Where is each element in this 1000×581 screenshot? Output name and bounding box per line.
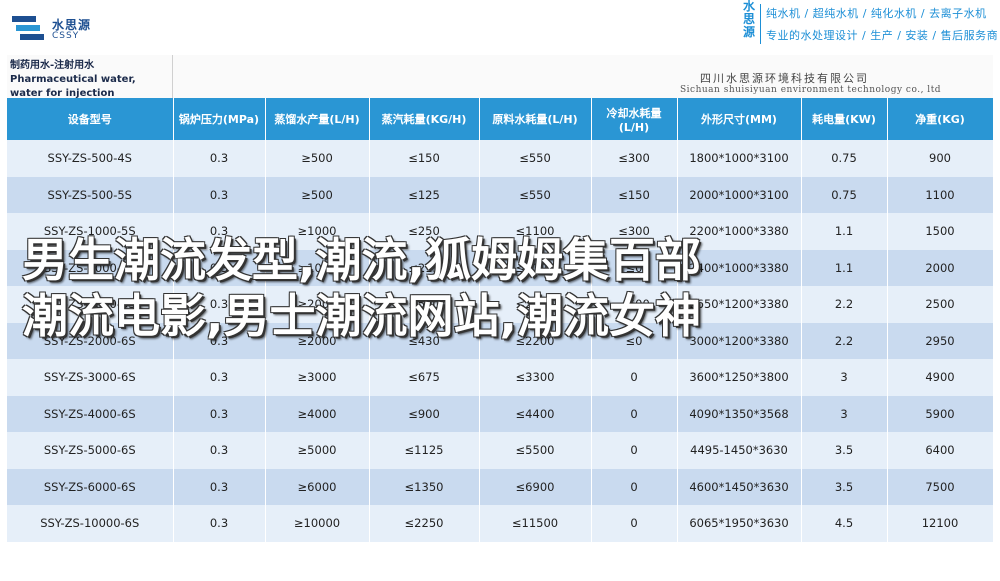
- table-cell: ≥4000: [265, 395, 370, 432]
- table-cell: SSY-ZS-6000-6S: [7, 468, 174, 505]
- table-cell: 1100: [887, 176, 994, 213]
- table-cell: 4495-1450*3630: [677, 432, 802, 469]
- overlay-line-2: 潮流电影,男士潮流网站,潮流女神: [22, 289, 701, 343]
- table-cell: 4900: [887, 359, 994, 396]
- table-row: SSY-ZS-4000-6S 0.3 ≥4000 ≤900 ≤4400 0 4090*135…: [7, 395, 994, 432]
- table-row: SSY-ZS-6000-6S 0.3 ≥6000 ≤1350 ≤6900 0 4600*14…: [7, 468, 994, 505]
- table-cell: ≤150: [369, 140, 480, 177]
- table-cell: 1800*1000*3100: [677, 140, 802, 177]
- company-logo[interactable]: 水思源 CSSY: [12, 14, 102, 46]
- brand-services-line: 专业的水处理设计 / 生产 / 安装 / 售后服务商: [766, 29, 999, 42]
- table-cell: ≤550: [479, 176, 592, 213]
- table-cell: 2000*1000*3100: [677, 176, 802, 213]
- water-logo-icon: [12, 16, 44, 40]
- table-cell: 3: [801, 359, 888, 396]
- table-cell: 900: [887, 140, 994, 177]
- table-cell: 6065*1950*3630: [677, 505, 802, 542]
- table-cell: 4.5: [801, 505, 888, 542]
- table-cell: ≤1350: [369, 468, 480, 505]
- table-cell: 0.3: [173, 468, 266, 505]
- table-cell: 3600*1250*3800: [677, 359, 802, 396]
- table-cell: 3: [801, 395, 888, 432]
- overlay-line-1: 男生潮流发型,潮流,狐姆姆集百部: [22, 233, 701, 287]
- table-cell: ≤900: [369, 395, 480, 432]
- table-cell: 3.5: [801, 468, 888, 505]
- column-header: 蒸馏水产量(L/H): [265, 98, 370, 140]
- table-cell: ≤4400: [479, 395, 592, 432]
- table-cell: 12100: [887, 505, 994, 542]
- table-cell: ≤125: [369, 176, 480, 213]
- table-cell: ≥3000: [265, 359, 370, 396]
- column-header: 锅炉压力(MPa): [173, 98, 266, 140]
- table-cell: 3.5: [801, 432, 888, 469]
- table-cell: SSY-ZS-500-5S: [7, 176, 174, 213]
- table-cell: ≤11500: [479, 505, 592, 542]
- table-cell: ≥6000: [265, 468, 370, 505]
- table-cell: ≤550: [479, 140, 592, 177]
- overlay-headline: 男生潮流发型,潮流,狐姆姆集百部 潮流电影,男士潮流网站,潮流女神: [22, 232, 982, 344]
- table-cell: SSY-ZS-10000-6S: [7, 505, 174, 542]
- table-cell: 4090*1350*3568: [677, 395, 802, 432]
- column-header: 冷却水耗量(L/H): [591, 98, 678, 140]
- table-cell: SSY-ZS-5000-6S: [7, 432, 174, 469]
- top-bar: 水思源 CSSY 水思源 纯水机 / 超纯水机 / 纯化水机 / 去离子水机 专…: [0, 0, 1000, 52]
- table-cell: ≥500: [265, 140, 370, 177]
- logo-name-en: CSSY: [52, 31, 80, 41]
- table-cell: 0: [591, 505, 678, 542]
- table-cell: 6400: [887, 432, 994, 469]
- table-cell: ≥500: [265, 176, 370, 213]
- table-header-row: 设备型号 锅炉压力(MPa) 蒸馏水产量(L/H) 蒸汽耗量(KG/H) 原料水…: [7, 98, 994, 140]
- column-header: 蒸汽耗量(KG/H): [369, 98, 480, 140]
- table-cell: 4600*1450*3630: [677, 468, 802, 505]
- table-row: SSY-ZS-10000-6S 0.3 ≥10000 ≤2250 ≤11500 0 6065…: [7, 505, 994, 542]
- table-row: SSY-ZS-500-4S 0.3 ≥500 ≤150 ≤550 ≤300 1800*100…: [7, 140, 994, 177]
- table-row: SSY-ZS-5000-6S 0.3 ≥5000 ≤1125 ≤5500 0 4495-14…: [7, 432, 994, 469]
- table-cell: ≤3300: [479, 359, 592, 396]
- table-cell: 0: [591, 359, 678, 396]
- table-cell: ≤150: [591, 176, 678, 213]
- table-cell: ≥10000: [265, 505, 370, 542]
- table-cell: ≥5000: [265, 432, 370, 469]
- brand-vertical-text: 水思源: [742, 0, 755, 39]
- column-header: 外形尺寸(MM): [677, 98, 802, 140]
- header-divider: [172, 55, 173, 98]
- sheet-title: 制药用水-注射用水 Pharmaceutical water, water fo…: [10, 60, 136, 99]
- table-cell: ≤1125: [369, 432, 480, 469]
- table-cell: 0.75: [801, 140, 888, 177]
- table-cell: 0.3: [173, 395, 266, 432]
- table-cell: 0.3: [173, 140, 266, 177]
- table-cell: 0.3: [173, 359, 266, 396]
- table-cell: ≤2250: [369, 505, 480, 542]
- column-header: 耗电量(KW): [801, 98, 888, 140]
- column-header: 净重(KG): [887, 98, 994, 140]
- column-header: 设备型号: [7, 98, 174, 140]
- table-cell: 0: [591, 395, 678, 432]
- table-cell: 0: [591, 432, 678, 469]
- company-name-cn: 四川水思源环境科技有限公司: [700, 72, 869, 85]
- table-cell: 5900: [887, 395, 994, 432]
- table-cell: ≤300: [591, 140, 678, 177]
- table-cell: 0.75: [801, 176, 888, 213]
- brand-divider: [760, 4, 761, 44]
- table-row: SSY-ZS-500-5S 0.3 ≥500 ≤125 ≤550 ≤150 2000*100…: [7, 176, 994, 213]
- table-cell: 0.3: [173, 505, 266, 542]
- table-cell: ≤675: [369, 359, 480, 396]
- table-cell: 7500: [887, 468, 994, 505]
- table-cell: SSY-ZS-500-4S: [7, 140, 174, 177]
- table-cell: 0.3: [173, 432, 266, 469]
- table-row: SSY-ZS-3000-6S 0.3 ≥3000 ≤675 ≤3300 0 3600*125…: [7, 359, 994, 396]
- column-header: 原料水耗量(L/H): [479, 98, 592, 140]
- table-cell: SSY-ZS-4000-6S: [7, 395, 174, 432]
- company-name-en: Sichuan shuisiyuan environment technolog…: [680, 85, 942, 95]
- table-cell: 0: [591, 468, 678, 505]
- table-cell: 0.3: [173, 176, 266, 213]
- table-cell: ≤6900: [479, 468, 592, 505]
- table-cell: ≤5500: [479, 432, 592, 469]
- brand-products-line: 纯水机 / 超纯水机 / 纯化水机 / 去离子水机: [766, 7, 987, 20]
- table-cell: SSY-ZS-3000-6S: [7, 359, 174, 396]
